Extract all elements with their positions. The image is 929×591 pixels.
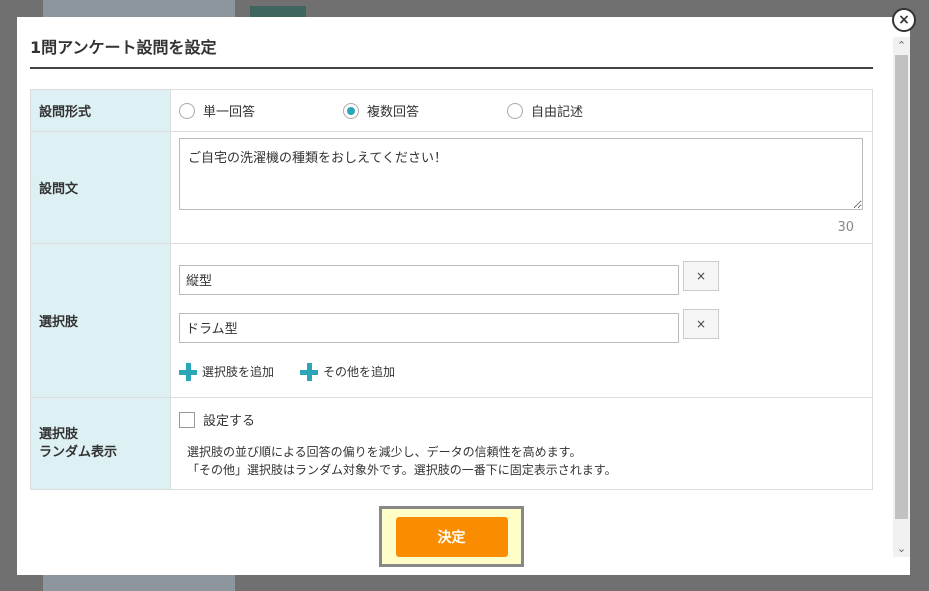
question-type-row: 設問形式 単一回答 複数回答 自由記述 bbox=[30, 89, 873, 132]
random-label-line2: ランダム表示 bbox=[39, 444, 118, 460]
radio-circle[interactable] bbox=[179, 102, 195, 119]
scrollbar[interactable]: ⌃ ⌄ bbox=[893, 37, 910, 557]
question-text-input[interactable]: ご自宅の洗濯機の種類をおしえてください！ bbox=[179, 138, 863, 210]
background-panel bbox=[43, 575, 235, 591]
radio-label: 複数回答 bbox=[367, 105, 420, 120]
radio-label: 単一回答 bbox=[203, 105, 256, 120]
close-icon: × bbox=[695, 316, 707, 331]
modal-title: 1問アンケート設問を設定 bbox=[30, 37, 873, 69]
add-choice-label: 選択肢を追加 bbox=[202, 365, 275, 379]
close-icon[interactable]: × bbox=[892, 8, 916, 32]
plus-icon bbox=[179, 362, 197, 381]
add-choice-link[interactable]: 選択肢を追加 bbox=[179, 362, 275, 381]
random-checkbox-row[interactable]: 設定する bbox=[179, 410, 864, 429]
choice-item: × bbox=[179, 251, 864, 295]
close-icon: × bbox=[695, 268, 707, 283]
radio-circle[interactable] bbox=[507, 102, 523, 119]
random-row: 選択肢 ランダム表示 設定する 選択肢の並び順による回答の偏りを減少し、データの… bbox=[30, 397, 873, 490]
random-checkbox-label: 設定する bbox=[203, 414, 256, 429]
delete-choice-button[interactable]: × bbox=[683, 308, 719, 339]
chevron-up-icon[interactable]: ⌃ bbox=[893, 37, 910, 54]
question-settings-modal: 1問アンケート設問を設定 設問形式 単一回答 複数回答 自由記述 設問文 ご自宅… bbox=[17, 17, 910, 575]
plus-icon bbox=[300, 362, 319, 381]
radio-circle-checked[interactable] bbox=[343, 102, 359, 119]
random-checkbox[interactable] bbox=[179, 411, 195, 428]
question-text-row: 設問文 ご自宅の洗濯機の種類をおしえてください！ 30 bbox=[30, 131, 873, 244]
settings-form: 設問形式 単一回答 複数回答 自由記述 設問文 ご自宅の洗濯機の種類をおしえてく… bbox=[30, 89, 873, 490]
radio-label: 自由記述 bbox=[531, 105, 584, 120]
random-note: 選択肢の並び順による回答の偏りを減少し、データの信頼性を高めます。 「その他」選… bbox=[187, 443, 864, 479]
chevron-down-icon[interactable]: ⌄ bbox=[893, 540, 910, 557]
question-type-options: 単一回答 複数回答 自由記述 bbox=[179, 91, 864, 131]
radio-multiple-answer[interactable]: 複数回答 bbox=[343, 101, 507, 120]
scrollbar-thumb[interactable] bbox=[895, 55, 908, 519]
question-type-label: 設問形式 bbox=[30, 89, 171, 132]
background-panel bbox=[43, 0, 235, 18]
choice-item: × bbox=[179, 299, 864, 343]
random-note-line1: 選択肢の並び順による回答の偏りを減少し、データの信頼性を高めます。 bbox=[187, 445, 582, 459]
choice-input[interactable] bbox=[179, 312, 679, 343]
random-note-line2: 「その他」選択肢はランダム対象外です。選択肢の一番下に固定表示されます。 bbox=[187, 463, 617, 477]
random-label: 選択肢 ランダム表示 bbox=[30, 397, 171, 490]
choice-input[interactable] bbox=[179, 264, 679, 295]
radio-single-answer[interactable]: 単一回答 bbox=[179, 101, 343, 120]
random-label-line1: 選択肢 bbox=[39, 426, 79, 442]
add-other-link[interactable]: その他を追加 bbox=[300, 362, 396, 381]
add-links: 選択肢を追加 その他を追加 bbox=[179, 362, 864, 381]
char-count: 30 bbox=[837, 220, 854, 235]
delete-choice-button[interactable]: × bbox=[683, 260, 719, 291]
radio-free-text[interactable]: 自由記述 bbox=[507, 101, 583, 120]
choices-label: 選択肢 bbox=[30, 243, 171, 398]
choices-row: 選択肢 × × 選択肢を追加 bbox=[30, 243, 873, 398]
question-text-label: 設問文 bbox=[30, 131, 171, 244]
add-other-label: その他を追加 bbox=[323, 365, 396, 379]
submit-highlight: 決定 bbox=[379, 506, 524, 567]
submit-button[interactable]: 決定 bbox=[395, 516, 508, 557]
